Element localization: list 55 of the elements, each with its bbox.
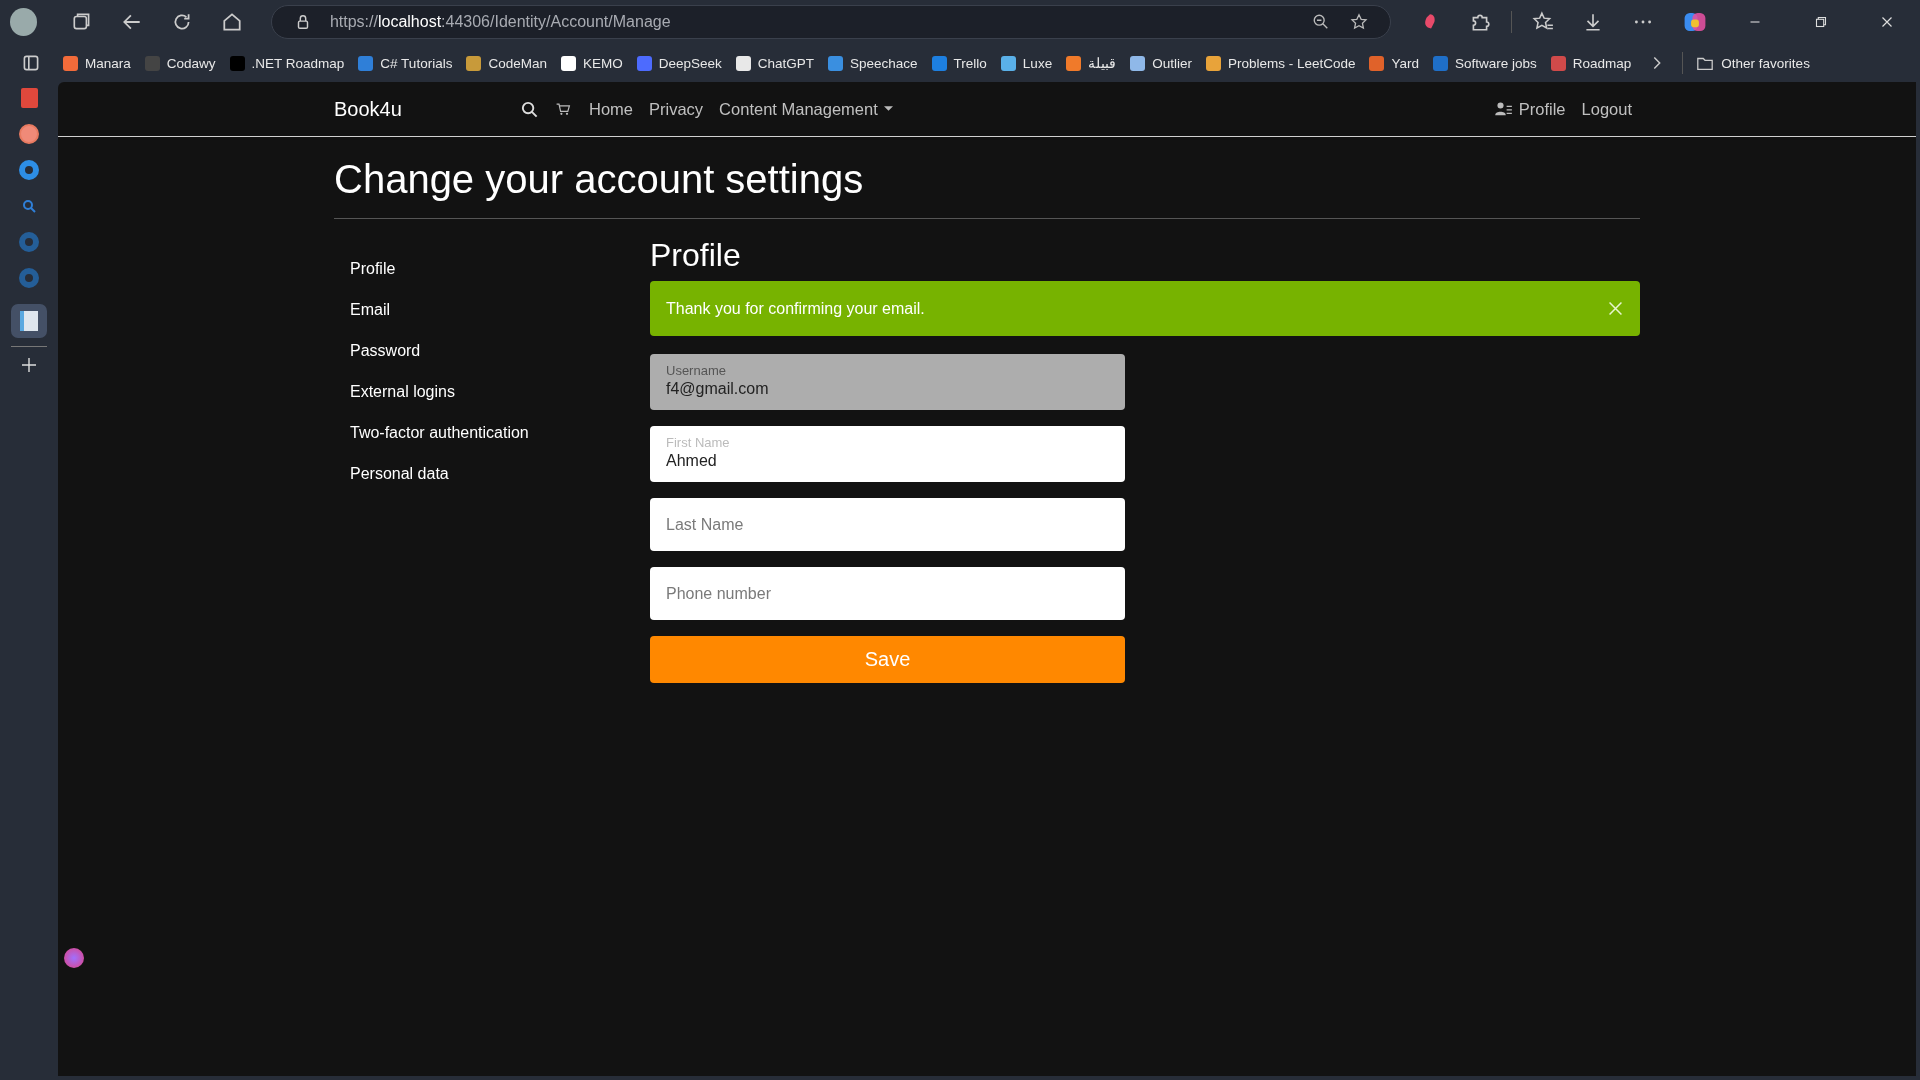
- bookmark-link[interactable]: Speechace: [821, 52, 925, 74]
- star-icon[interactable]: [1350, 13, 1369, 31]
- circle-icon[interactable]: [19, 124, 39, 144]
- url-text: https://localhost:44306/Identity/Account/Manage: [329, 13, 671, 31]
- bookmark-link[interactable]: Outlier: [1123, 52, 1199, 74]
- section-heading: Profile: [650, 237, 742, 274]
- search-icon[interactable]: [520, 99, 539, 119]
- field-value: f4@gmail.com: [666, 380, 770, 398]
- cart-icon[interactable]: [555, 101, 571, 117]
- field-label: First Name: [666, 435, 731, 450]
- bookmark-link[interactable]: Trello: [924, 52, 994, 74]
- other-favorites-button[interactable]: Other favorites: [1689, 51, 1817, 75]
- bookmark-link[interactable]: Problems - LeetCode: [1198, 52, 1363, 74]
- bookmark-link[interactable]: Codawy: [137, 52, 223, 74]
- input-field[interactable]: Phone number: [650, 567, 1125, 620]
- bookmark-link[interactable]: Yard: [1362, 52, 1426, 74]
- bookmark-link[interactable]: ChatGPT: [728, 52, 822, 74]
- plus-icon[interactable]: [19, 355, 39, 375]
- field-label: Username: [666, 363, 727, 378]
- address-bar[interactable]: https://localhost:44306/Identity/Account/Manage: [270, 5, 1392, 39]
- bookmark-link[interactable]: KEMO: [553, 52, 630, 74]
- bookmark-link[interactable]: CodeMan: [459, 52, 554, 74]
- bookmark-link[interactable]: قبيلة: [1059, 52, 1124, 74]
- nav-link[interactable]: Home: [581, 99, 641, 119]
- bookmark-link[interactable]: Roadmap: [1543, 52, 1639, 74]
- brand-link[interactable]: Book4u: [334, 97, 520, 121]
- settings-menu-item[interactable]: Profile: [334, 249, 650, 290]
- settings-menu-item[interactable]: Personal data: [334, 454, 650, 495]
- bookmark-link[interactable]: Software jobs: [1426, 52, 1544, 74]
- bookmark-link[interactable]: C# Tutorials: [351, 52, 460, 74]
- settings-menu-item[interactable]: Email: [334, 290, 650, 331]
- home-icon[interactable]: [220, 11, 243, 33]
- bookmark-link[interactable]: Manara: [56, 52, 138, 74]
- bookmark-link[interactable]: .NET Roadmap: [222, 52, 352, 74]
- caret-icon: [883, 106, 893, 112]
- user-icon: [1494, 102, 1513, 116]
- bookmark-link[interactable]: DeepSeek: [629, 52, 729, 74]
- bookmark-link[interactable]: Luxe: [993, 52, 1060, 74]
- field-value: Ahmed: [666, 452, 718, 470]
- input-field[interactable]: Last Name: [650, 498, 1125, 551]
- field-placeholder: Phone number: [666, 584, 772, 603]
- ring-icon[interactable]: [19, 160, 39, 180]
- page-title: Change your account settings: [334, 156, 865, 203]
- profile-avatar[interactable]: [10, 8, 37, 36]
- profile-link[interactable]: Profile: [1486, 99, 1574, 119]
- nav-dropdown[interactable]: Content Management: [711, 99, 901, 119]
- nav-link[interactable]: Privacy: [641, 99, 712, 119]
- input-field[interactable]: First Name Ahmed: [650, 426, 1125, 482]
- field-placeholder: Last Name: [666, 515, 745, 534]
- settings-menu-item[interactable]: Password: [334, 331, 650, 372]
- settings-menu-item[interactable]: Two-factor authentication: [334, 413, 650, 454]
- alert-message: Thank you for confirming your email.: [666, 299, 925, 318]
- logout-link[interactable]: Logout: [1573, 99, 1640, 119]
- settings-menu-item[interactable]: External logins: [334, 372, 650, 413]
- document-app-icon[interactable]: [11, 304, 47, 338]
